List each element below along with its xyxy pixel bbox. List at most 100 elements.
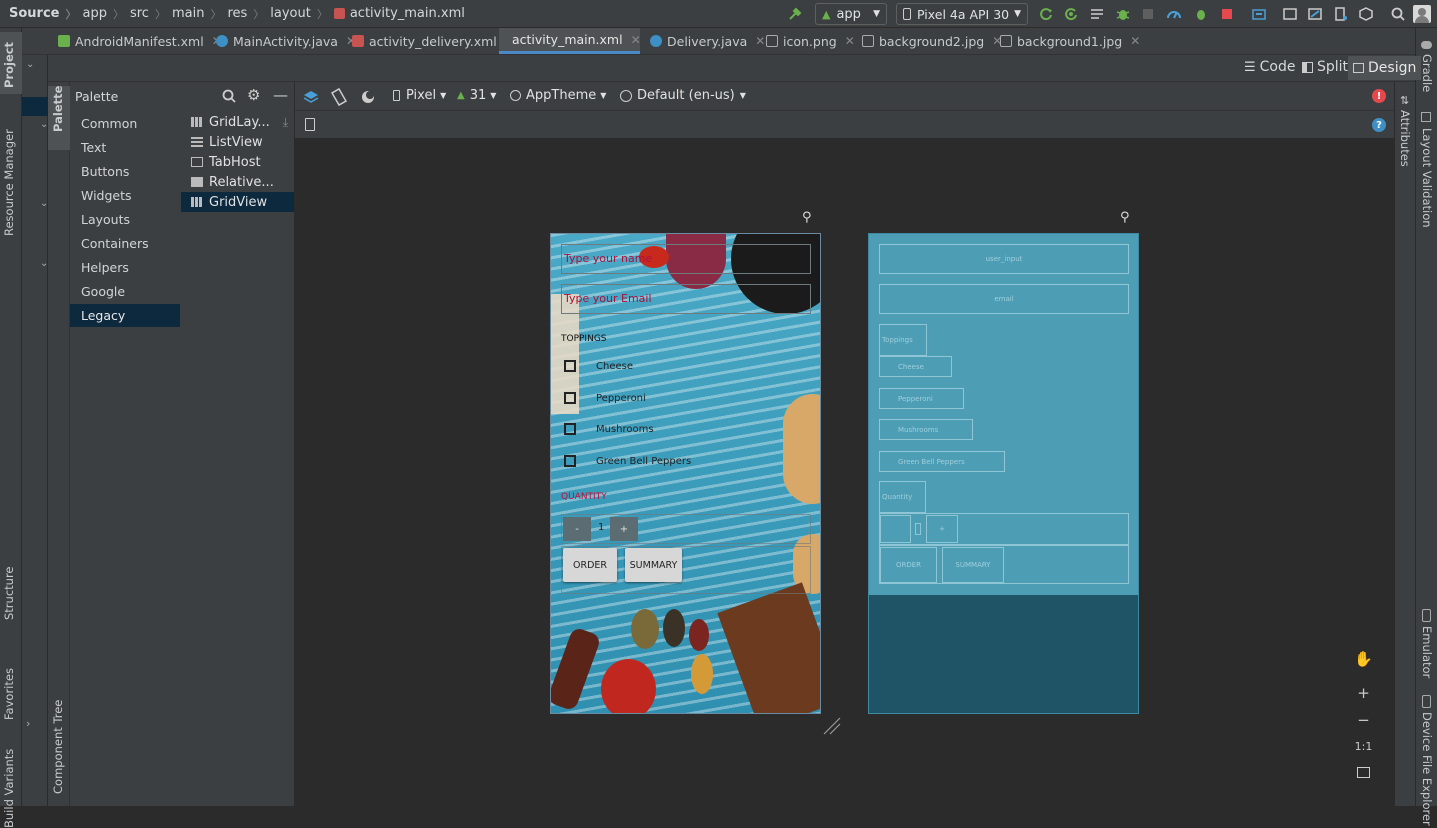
- close-icon[interactable]: ✕: [1130, 34, 1140, 48]
- blueprint-green-bell-peppers[interactable]: Green Bell Peppers: [879, 451, 1005, 472]
- chevron-down-icon[interactable]: ⌄: [26, 59, 34, 70]
- structure-label[interactable]: Structure: [2, 567, 16, 621]
- blueprint-preview[interactable]: user_input email Toppings Cheese Peppero…: [868, 233, 1139, 714]
- component-tree-label[interactable]: Component Tree: [51, 700, 65, 794]
- resize-handle-icon[interactable]: [822, 716, 842, 736]
- apply-code-changes-icon[interactable]: [1089, 6, 1105, 22]
- summary-button[interactable]: SUMMARY: [625, 548, 682, 582]
- pin-icon[interactable]: ⚲: [802, 210, 812, 225]
- palette-item[interactable]: ListView: [181, 132, 294, 152]
- pin-icon[interactable]: ⚲: [1120, 210, 1130, 225]
- palette-item[interactable]: GridLay... ⤓: [181, 112, 294, 132]
- email-input[interactable]: Type your Email: [561, 284, 811, 314]
- avatar[interactable]: [1413, 5, 1431, 23]
- pepperoni-checkbox[interactable]: Pepperoni: [564, 388, 646, 408]
- tab-delivery-java[interactable]: Delivery.java ✕: [642, 28, 773, 54]
- design-canvas[interactable]: [295, 139, 1394, 806]
- design-preview[interactable]: Type your name Type your Email TOPPINGS …: [550, 233, 821, 714]
- tab-activity-delivery[interactable]: activity_delivery.xml✕: [344, 28, 523, 54]
- order-button[interactable]: ORDER: [563, 548, 617, 582]
- palette-item[interactable]: TabHost: [181, 152, 294, 172]
- device-selector[interactable]: Pixel ▼: [393, 88, 446, 103]
- build-variants-label[interactable]: Build Variants: [2, 749, 16, 828]
- attributes-label[interactable]: Attributes: [1398, 110, 1412, 167]
- zoom-out-button[interactable]: −: [1350, 708, 1377, 732]
- design-mode-button[interactable]: Design: [1348, 56, 1422, 80]
- attach-process-icon[interactable]: [1193, 6, 1209, 22]
- palette-tool-label[interactable]: Palette: [51, 86, 65, 132]
- palette-category[interactable]: Widgets: [70, 184, 180, 207]
- zoom-fit-button[interactable]: [1350, 760, 1377, 784]
- cheese-checkbox[interactable]: Cheese: [564, 356, 633, 376]
- favorites-label[interactable]: Favorites: [2, 668, 16, 720]
- download-icon[interactable]: ⤓: [283, 115, 288, 130]
- tree-selected-row[interactable]: [22, 97, 48, 116]
- device-file-explorer-label[interactable]: Device File Explorer: [1420, 712, 1434, 826]
- breadcrumb-src[interactable]: src 〉: [130, 6, 172, 22]
- api-level-selector[interactable]: ▲ 31 ▼: [457, 88, 496, 103]
- run-config-select[interactable]: ▲ app ▼: [815, 3, 887, 25]
- device-frame-icon[interactable]: [305, 118, 315, 131]
- close-icon[interactable]: ✕: [631, 33, 641, 47]
- blueprint-quantity[interactable]: Quantity: [879, 481, 926, 513]
- tab-background2[interactable]: background2.jpg ✕: [854, 28, 1010, 54]
- sdk-manager-icon[interactable]: [1307, 6, 1323, 22]
- build-hammer-icon[interactable]: [787, 6, 803, 22]
- blueprint-cheese[interactable]: Cheese: [879, 356, 952, 377]
- split-mode-button[interactable]: Split: [1302, 59, 1348, 75]
- blueprint-pepperoni[interactable]: Pepperoni: [879, 388, 964, 409]
- tab-android-manifest[interactable]: AndroidManifest.xml✕: [50, 28, 230, 54]
- blueprint-summary[interactable]: SUMMARY: [942, 547, 1004, 583]
- zoom-actual-size-button[interactable]: 1:1: [1350, 734, 1377, 758]
- decrement-button[interactable]: -: [563, 517, 591, 541]
- palette-category[interactable]: Buttons: [70, 160, 180, 183]
- zoom-in-button[interactable]: +: [1350, 681, 1377, 705]
- gear-icon[interactable]: ⚙: [247, 86, 260, 104]
- avd-manager-icon[interactable]: [1282, 6, 1298, 22]
- blueprint-mushrooms[interactable]: Mushrooms: [879, 419, 973, 440]
- breadcrumb-layout[interactable]: layout 〉: [270, 6, 334, 22]
- tab-icon-png[interactable]: icon.png ✕: [758, 28, 863, 54]
- emulator-label[interactable]: Emulator: [1420, 626, 1434, 678]
- debug-icon[interactable]: [1115, 6, 1131, 22]
- error-icon[interactable]: !: [1372, 89, 1386, 103]
- sync-project-icon[interactable]: [1251, 6, 1267, 22]
- palette-category[interactable]: Helpers: [70, 256, 180, 279]
- help-icon[interactable]: ?: [1372, 118, 1386, 132]
- layout-inspector-icon[interactable]: [1358, 6, 1374, 22]
- palette-category[interactable]: Common: [70, 112, 180, 135]
- layers-button[interactable]: [300, 86, 322, 108]
- search-icon[interactable]: [221, 88, 237, 104]
- search-icon[interactable]: [1390, 6, 1406, 22]
- device-select[interactable]: Pixel 4a API 30 ▼: [896, 3, 1028, 25]
- apply-changes-icon[interactable]: [1063, 6, 1079, 22]
- device-manager-icon[interactable]: [1333, 6, 1349, 22]
- breadcrumb-res[interactable]: res 〉: [227, 6, 270, 22]
- code-mode-button[interactable]: ☰ Code: [1244, 59, 1296, 75]
- palette-category[interactable]: Layouts: [70, 208, 180, 231]
- breadcrumb-source[interactable]: Source 〉: [9, 6, 82, 22]
- stop-icon[interactable]: [1219, 6, 1235, 22]
- attach-debugger-icon[interactable]: [1166, 6, 1182, 22]
- rerun-icon[interactable]: [1038, 6, 1054, 22]
- breadcrumb-main[interactable]: main 〉: [172, 6, 227, 22]
- palette-item[interactable]: Relative...: [181, 172, 294, 192]
- minimize-icon[interactable]: —: [273, 86, 288, 104]
- green-bell-peppers-checkbox[interactable]: Green Bell Peppers: [564, 451, 691, 471]
- blueprint-decrement[interactable]: [880, 515, 911, 543]
- resource-manager-label[interactable]: Resource Manager: [2, 129, 16, 236]
- palette-category[interactable]: Containers: [70, 232, 180, 255]
- tab-background1[interactable]: background1.jpg ✕: [992, 28, 1148, 54]
- breadcrumb-file[interactable]: activity_main.xml: [333, 6, 465, 21]
- blueprint-email[interactable]: email: [879, 284, 1129, 314]
- palette-category-selected[interactable]: Legacy: [70, 304, 180, 327]
- chevron-right-icon[interactable]: ›: [26, 717, 30, 730]
- palette-item-selected[interactable]: GridView: [181, 192, 294, 212]
- palette-category[interactable]: Google: [70, 280, 180, 303]
- breadcrumb-app[interactable]: app 〉: [82, 6, 129, 22]
- mushrooms-checkbox[interactable]: Mushrooms: [564, 419, 654, 439]
- theme-selector[interactable]: AppTheme ▼: [510, 88, 606, 103]
- palette-category[interactable]: Text: [70, 136, 180, 159]
- blueprint-order[interactable]: ORDER: [880, 547, 937, 583]
- locale-selector[interactable]: Default (en-us) ▼: [620, 88, 746, 103]
